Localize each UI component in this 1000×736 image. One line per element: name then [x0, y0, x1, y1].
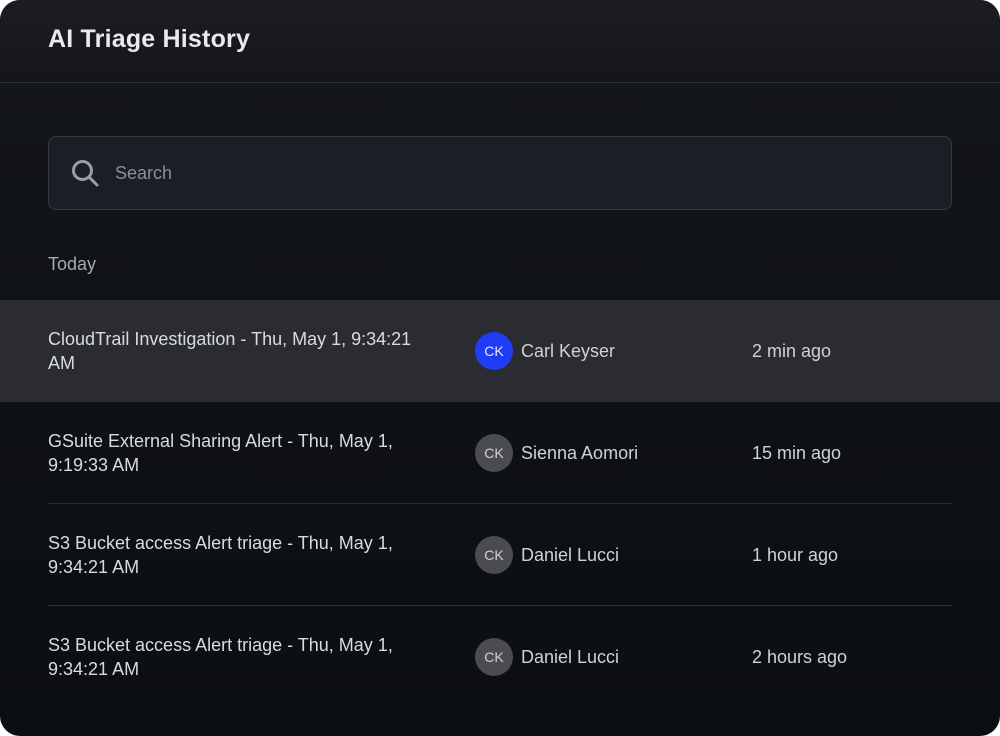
triage-name: GSuite External Sharing Alert - Thu, May…: [48, 431, 393, 475]
triage-list: CloudTrail Investigation - Thu, May 1, 9…: [0, 300, 1000, 708]
search-box[interactable]: [48, 136, 952, 210]
owner-name: Daniel Lucci: [521, 544, 620, 565]
avatar: CK: [475, 638, 513, 676]
triage-name: S3 Bucket access Alert triage - Thu, May…: [48, 635, 393, 679]
avatar: CK: [475, 332, 513, 370]
owner: CK Sienna Aomori: [475, 434, 638, 472]
page-title: AI Triage History: [48, 24, 251, 53]
owner-name: Daniel Lucci: [521, 646, 620, 667]
list-item[interactable]: GSuite External Sharing Alert - Thu, May…: [0, 402, 1000, 504]
avatar: CK: [475, 536, 513, 574]
timestamp: 1 hour ago: [752, 544, 839, 565]
timestamp: 15 min ago: [752, 442, 842, 463]
triage-name: S3 Bucket access Alert triage - Thu, May…: [48, 533, 393, 577]
owner: CK Daniel Lucci: [475, 638, 619, 676]
owner-name: Carl Keyser: [521, 340, 616, 361]
triage-history-panel: AI Triage History Today CloudTrail Inves…: [0, 0, 1000, 736]
triage-name: CloudTrail Investigation - Thu, May 1, 9…: [48, 329, 412, 373]
list-item[interactable]: S3 Bucket access Alert triage - Thu, May…: [0, 606, 1000, 708]
avatar: CK: [475, 434, 513, 472]
panel-header: AI Triage History: [0, 0, 1000, 83]
search-input[interactable]: [115, 162, 895, 184]
list-item[interactable]: S3 Bucket access Alert triage - Thu, May…: [0, 504, 1000, 606]
owner: CK Carl Keyser: [475, 332, 615, 370]
search-icon: [69, 157, 101, 189]
section-label-today: Today: [48, 254, 97, 274]
list-item[interactable]: CloudTrail Investigation - Thu, May 1, 9…: [0, 300, 1000, 402]
timestamp: 2 hours ago: [752, 646, 848, 667]
owner: CK Daniel Lucci: [475, 536, 619, 574]
timestamp: 2 min ago: [752, 340, 832, 361]
owner-name: Sienna Aomori: [521, 442, 639, 463]
